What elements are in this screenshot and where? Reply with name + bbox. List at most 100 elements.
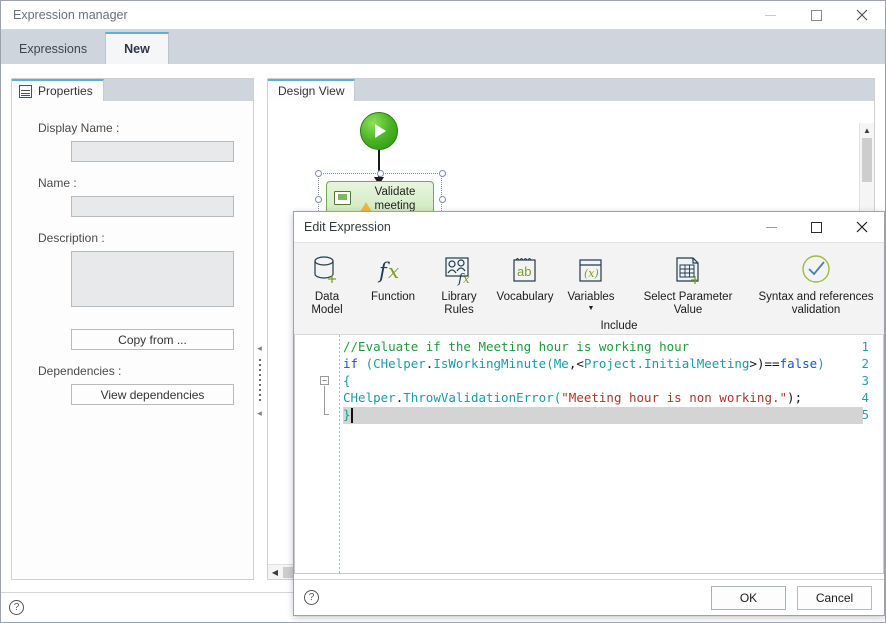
dialog-minimize-icon[interactable] [749,212,794,242]
line-number-2: 2 [861,356,869,371]
window-controls [747,1,885,29]
scroll-up-icon[interactable]: ▲ [860,123,874,137]
ribbon-group-include: Data Model f x Function f x Library Rule… [294,243,880,334]
ribbon-button-syntax-validation[interactable]: Syntax and references validation [752,247,880,334]
dialog-maximize-icon[interactable] [794,212,839,242]
name-label: Name : [38,176,77,190]
resize-handle-tc[interactable] [377,170,384,177]
close-icon[interactable] [839,1,885,29]
display-name-label: Display Name : [38,121,120,135]
select-parameter-value-icon [671,252,705,288]
dialog-titlebar: Edit Expression [294,212,884,242]
ribbon-label-select-parameter-value: Select Parameter Value [643,291,733,316]
design-tabheader: Design View [268,79,874,101]
svg-text:(x): (x) [584,267,599,280]
text-caret [351,408,353,423]
ribbon-button-function[interactable]: f x Function [360,247,426,334]
ribbon-label-data-model: Data Model [311,291,343,316]
properties-tabheader: Properties [12,79,253,101]
window-title: Expression manager [13,8,128,22]
tab-new[interactable]: New [105,32,169,64]
ok-button[interactable]: OK [711,585,786,610]
editor-gutter [295,335,343,573]
line-number-3: 3 [861,373,869,388]
code-line-3: { [343,373,351,388]
description-textarea[interactable] [71,251,234,307]
code-line-4: CHelper.ThrowValidationError("Meeting ho… [343,390,803,405]
ribbon-label-function: Function [370,291,416,303]
dialog-close-icon[interactable] [839,212,884,242]
database-add-icon [310,252,344,288]
resize-handle-ml[interactable] [315,196,322,203]
ribbon-group-format: Form [880,243,885,334]
dialog-ribbon: Data Model f x Function f x Library Rule… [294,242,884,335]
cancel-button[interactable]: Cancel [797,585,872,610]
fold-bracket-line [324,386,325,414]
expression-code-editor[interactable]: 1 2 3 4 5 − //Evaluate if the Meeting ho… [294,335,884,574]
ribbon-button-vocabulary[interactable]: ab Vocabulary [492,247,558,334]
svg-text:ab: ab [517,264,531,279]
library-rules-icon: f x [442,252,476,288]
name-input[interactable] [71,196,234,217]
ribbon-label-variables: Variables [567,291,615,303]
fx-icon: f x [376,252,410,288]
ribbon-label-syntax-validation: Syntax and references validation [758,291,874,316]
dialog-footer: ? OK Cancel [294,579,884,615]
copy-from-button[interactable]: Copy from ... [71,329,234,350]
editor-current-line-highlight [343,407,863,424]
main-titlebar: Expression manager [1,1,885,29]
expression-manager-window: Expression manager Expressions New Prope… [0,0,886,623]
splitter-collapse-icon[interactable]: ◂ [257,344,262,353]
splitter-grip[interactable] [258,359,261,403]
panel-splitter[interactable]: ◂ ◂ [255,78,264,580]
code-line-1: //Evaluate if the Meeting hour is workin… [343,339,690,354]
fold-toggle-icon[interactable]: − [320,376,329,385]
fold-bracket-end [324,414,329,415]
tab-design-view[interactable]: Design View [268,79,356,101]
svg-text:x: x [388,259,399,283]
dialog-help-icon[interactable]: ? [304,590,319,605]
validation-check-icon [797,252,835,288]
splitter-collapse-icon-2[interactable]: ◂ [257,409,262,418]
dependencies-label: Dependencies : [38,364,122,378]
svg-text:x: x [463,272,470,286]
maximize-icon[interactable] [793,1,839,29]
code-line-2: if (CHelper.IsWorkingMinute(Me,<Project.… [343,356,825,371]
resize-handle-mr[interactable] [439,196,446,203]
edit-expression-dialog: Edit Expression Data Model f x Function … [293,211,885,616]
properties-panel: Properties Display Name : Name : Descrip… [11,78,254,580]
ribbon-label-vocabulary: Vocabulary [496,291,554,303]
tab-expressions[interactable]: Expressions [1,34,106,64]
view-dependencies-button[interactable]: View dependencies [71,384,234,405]
chevron-down-icon[interactable]: ▼ [588,305,595,313]
help-icon[interactable]: ? [9,600,24,615]
tab-properties[interactable]: Properties [12,79,104,101]
editor-gutter-divider [339,335,340,573]
screen-icon [334,191,351,205]
resize-handle-tr[interactable] [439,170,446,177]
description-label: Description : [38,231,105,245]
resize-handle-tl[interactable] [315,170,322,177]
properties-body: Display Name : Name : Description : Copy… [12,101,253,405]
properties-tab-label: Properties [38,84,93,98]
minimize-icon[interactable] [747,1,793,29]
activity-label: Validate meeting [374,186,416,212]
start-node-icon[interactable] [360,112,398,150]
vocabulary-ab-icon: ab [508,252,542,288]
ribbon-button-library-rules[interactable]: f x Library Rules [426,247,492,334]
code-line-5: } [343,407,351,422]
properties-icon [19,84,32,98]
ribbon-small-buttons [880,247,885,334]
ribbon-label-library-rules: Library Rules [441,291,477,316]
line-number-4: 4 [861,390,869,405]
dialog-window-controls [749,212,884,242]
scroll-thumb-vertical[interactable] [862,138,872,182]
ribbon-button-data-model[interactable]: Data Model [294,247,360,334]
variables-x-icon: (x) [574,252,608,288]
ribbon-group-caption-include: Include [600,320,638,332]
main-tabstrip: Expressions New [1,29,885,64]
scroll-left-icon[interactable]: ◀ [268,568,282,577]
line-number-1: 1 [861,339,869,354]
dialog-title: Edit Expression [304,220,391,234]
display-name-input[interactable] [71,141,234,162]
